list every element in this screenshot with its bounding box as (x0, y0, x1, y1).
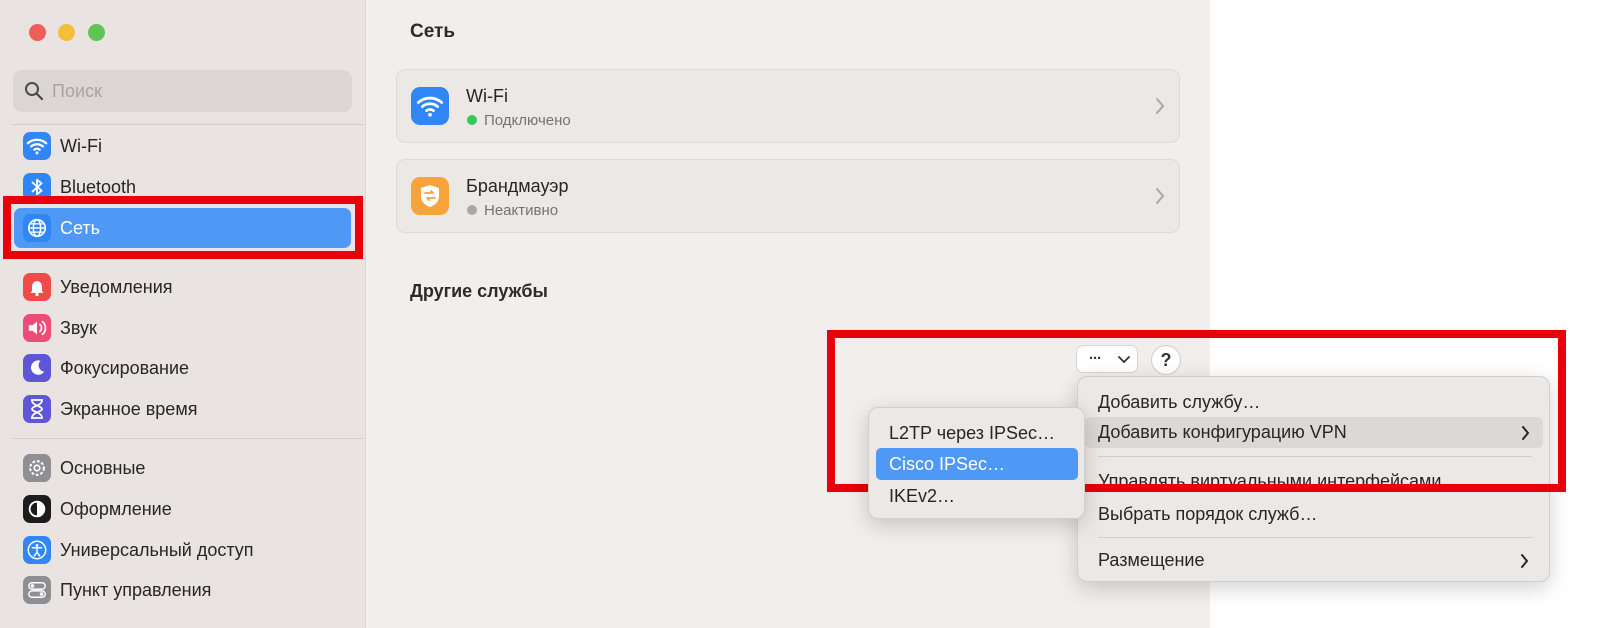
sidebar-item-label: Универсальный доступ (60, 540, 254, 560)
other-services-heading: Другие службы (410, 281, 548, 301)
sidebar-item-general[interactable]: Основные (14, 448, 351, 488)
system-settings-window: Поиск Wi-Fi Bluetooth Сеть Уведомления З… (0, 0, 1210, 628)
minimize-window-button[interactable] (58, 24, 75, 41)
submenu-item-cisco-ipsec[interactable]: Cisco IPSec… (876, 448, 1078, 480)
firewall-icon (411, 177, 449, 215)
sidebar-divider (12, 438, 364, 439)
menu-separator (1098, 537, 1532, 538)
bell-icon (23, 273, 51, 301)
zoom-window-button[interactable] (88, 24, 105, 41)
sidebar-item-label: Оформление (60, 499, 172, 519)
submenu-item-ikev2[interactable]: IKEv2… (889, 486, 955, 507)
moon-icon (23, 354, 51, 382)
status-dot (467, 205, 477, 215)
highlight-box-sidebar (3, 196, 363, 259)
sidebar-item-screen-time[interactable]: Экранное время (14, 389, 351, 429)
status-dot (467, 115, 477, 125)
sidebar-item-label: Экранное время (60, 399, 198, 419)
service-status: Подключено (467, 112, 571, 129)
chevron-right-icon (1156, 188, 1165, 204)
sidebar-item-appearance[interactable]: Оформление (14, 489, 351, 529)
sidebar-item-accessibility[interactable]: Универсальный доступ (14, 530, 351, 570)
vpn-type-submenu: L2TP через IPSec… Cisco IPSec… IKEv2… (868, 407, 1085, 519)
sidebar-item-sound[interactable]: Звук (14, 308, 351, 348)
wifi-service-row[interactable]: Wi-Fi Подключено (396, 69, 1180, 143)
chevron-right-icon (1521, 554, 1529, 568)
sidebar-search-field[interactable]: Поиск (13, 70, 352, 112)
speaker-icon (23, 314, 51, 342)
appearance-icon (23, 495, 51, 523)
toggles-icon (23, 576, 51, 604)
sidebar: Поиск Wi-Fi Bluetooth Сеть Уведомления З… (0, 0, 366, 628)
service-title: Wi-Fi (466, 86, 508, 106)
service-title: Брандмауэр (466, 176, 569, 196)
service-status-text: Подключено (484, 112, 571, 129)
firewall-service-row[interactable]: Брандмауэр Неактивно (396, 159, 1180, 233)
sidebar-item-label: Bluetooth (60, 177, 137, 197)
sidebar-item-label: Пункт управления (60, 580, 212, 600)
sidebar-item-wifi[interactable]: Wi-Fi (14, 126, 351, 166)
sidebar-item-label: Wi-Fi (60, 136, 102, 156)
accessibility-icon (23, 536, 51, 564)
close-window-button[interactable] (29, 24, 46, 41)
sidebar-item-control-center[interactable]: Пункт управления (14, 570, 351, 610)
sidebar-divider (12, 124, 364, 125)
wifi-icon (411, 87, 449, 125)
sidebar-item-label: Фокусирование (60, 358, 190, 378)
search-icon (25, 82, 44, 101)
hourglass-icon (23, 395, 51, 423)
page-title: Сеть (410, 21, 456, 42)
chevron-right-icon (1156, 98, 1165, 114)
gear-icon (23, 454, 51, 482)
submenu-item-label: Cisco IPSec… (889, 454, 1006, 474)
sidebar-item-notifications[interactable]: Уведомления (14, 267, 351, 307)
sidebar-item-label: Основные (60, 458, 146, 478)
submenu-item-l2tp[interactable]: L2TP через IPSec… (889, 423, 1055, 444)
sidebar-item-focus[interactable]: Фокусирование (14, 348, 351, 388)
service-status-text: Неактивно (484, 202, 559, 219)
sidebar-item-label: Звук (60, 318, 97, 338)
menu-item-location[interactable]: Размещение (1098, 550, 1204, 571)
search-placeholder: Поиск (52, 81, 102, 101)
service-status: Неактивно (467, 202, 558, 219)
sidebar-item-label: Уведомления (60, 277, 173, 297)
menu-item-set-service-order[interactable]: Выбрать порядок служб… (1098, 504, 1317, 525)
wifi-icon (23, 132, 51, 160)
